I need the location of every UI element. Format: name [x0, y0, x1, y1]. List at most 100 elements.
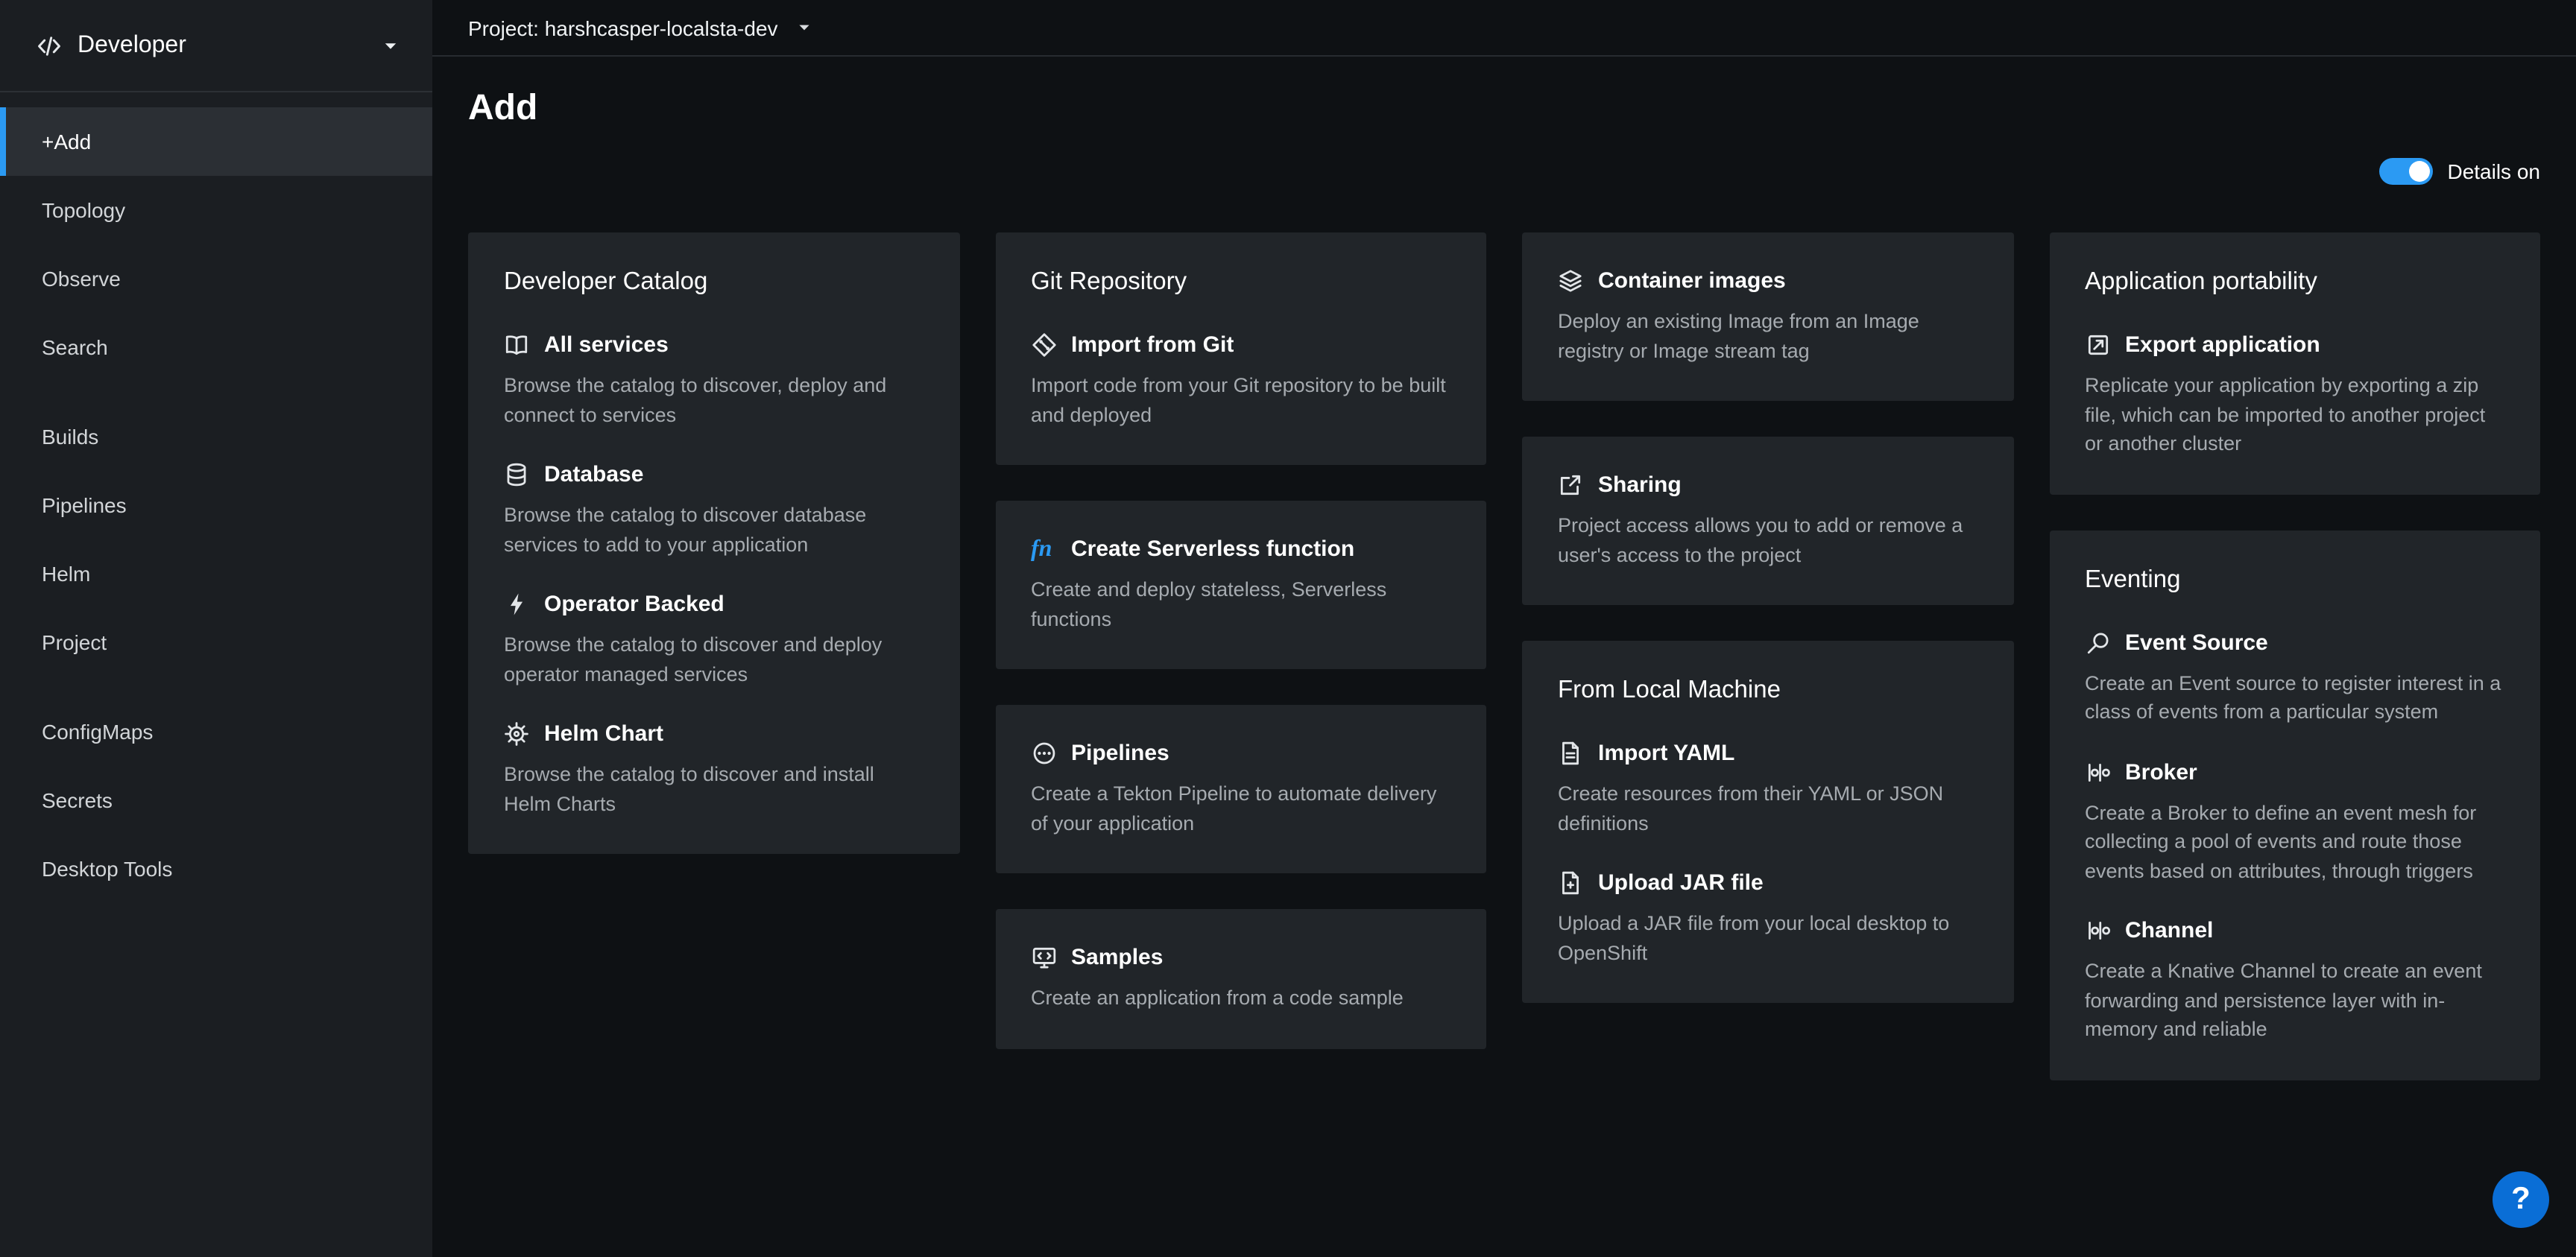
item-title-row: Operator Backed [504, 592, 924, 617]
add-item-import-from-git[interactable]: Import from GitImport code from your Git… [1031, 332, 1450, 429]
item-title-row: Upload JAR file [1558, 870, 1977, 896]
export-icon [2085, 332, 2110, 358]
add-item-broker[interactable]: BrokerCreate a Broker to define an event… [2085, 759, 2504, 885]
item-title-row: Container images [1558, 268, 1977, 294]
card-from-local-machine: From Local Machine Import YAMLCreate reso… [1522, 641, 2013, 1003]
card-title: Developer Catalog [504, 268, 924, 297]
sidebar: Developer +Add Topology Observe Search Build… [0, 0, 432, 1257]
item-title: Create Serverless function [1071, 536, 1354, 562]
item-title-row: Channel [2085, 918, 2504, 943]
details-toggle-wrap: Details on [2378, 158, 2540, 185]
item-title: Export application [2125, 332, 2320, 358]
helm-icon [504, 721, 529, 747]
item-title: Event Source [2125, 630, 2268, 655]
add-item-helm-chart[interactable]: Helm Chart Browse the catalog to discover… [504, 721, 924, 818]
card-title: Git Repository [1031, 268, 1450, 297]
quick-starts-icon[interactable] [468, 154, 502, 189]
sidebar-item-secrets[interactable]: Secrets [0, 766, 432, 835]
add-item-export-application[interactable]: Export applicationReplicate your applica… [2085, 332, 2504, 458]
sidebar-nav-group: BuildsPipelines Helm Project [0, 402, 432, 677]
sidebar-item-builds[interactable]: Builds [0, 402, 432, 471]
card-container-images: Container imagesDeploy an existing Image… [1522, 232, 2013, 401]
add-item-operator-backed[interactable]: Operator BackedBrowse the catalog to dis… [504, 592, 924, 688]
sidebar-item-observe[interactable]: Observe [0, 244, 432, 313]
sidebar-item-pipelines[interactable]: Pipelines [0, 471, 432, 539]
details-toggle[interactable] [2378, 158, 2432, 185]
item-title-row: Samples [1031, 945, 1450, 970]
add-item-container-images[interactable]: Container imagesDeploy an existing Image… [1558, 268, 1977, 365]
app-root: Developer +Add Topology Observe Search Build… [0, 0, 2576, 1257]
add-item-channel[interactable]: ChannelCreate a Knative Channel to creat… [2085, 918, 2504, 1044]
sidebar-item-search[interactable]: Search [0, 313, 432, 381]
item-description: Create and deploy stateless, Serverless … [1031, 575, 1450, 633]
add-item-upload-jar-file[interactable]: Upload JAR file Upload a JAR file from yo… [1558, 870, 1977, 967]
item-title: Upload JAR file [1598, 870, 1764, 896]
jar-icon [1558, 870, 1583, 896]
card-column: Git Repository Import from GitImport code… [995, 232, 1486, 1048]
page-header-row: Details on [468, 149, 2540, 194]
item-title-row: fn Create Serverless function [1031, 536, 1450, 562]
sidebar-item-label: ConfigMaps [42, 720, 153, 744]
chevron-down-icon [382, 37, 400, 54]
item-title: Broker [2125, 759, 2197, 785]
broker-icon [2085, 759, 2110, 785]
item-description: Browse the catalog to discover and insta… [504, 760, 924, 818]
item-title: Helm Chart [544, 721, 663, 747]
sidebar-item-label: Secrets [42, 788, 113, 812]
add-item-import-yaml[interactable]: Import YAMLCreate resources from their Y… [1558, 741, 1977, 838]
card-sharing: SharingProject access allows you to add … [1522, 437, 2013, 605]
channel-icon [2085, 918, 2110, 943]
card-title: From Local Machine [1558, 677, 1977, 705]
add-item-samples[interactable]: Samples Create an application from a code… [1031, 945, 1450, 1013]
sidebar-item-topology[interactable]: Topology [0, 176, 432, 244]
item-description: Browse the catalog to discover database … [504, 501, 924, 559]
add-item-create-serverless-function[interactable]: fn Create Serverless function Create and d… [1031, 536, 1450, 633]
container-icon [1558, 268, 1583, 294]
perspective-label: Developer [78, 32, 186, 59]
item-description: Upload a JAR file from your local deskto… [1558, 909, 1977, 967]
item-title-row: Event Source [2085, 630, 2504, 655]
item-title-row: Export application [2085, 332, 2504, 358]
card-column: Application portability Export applicatio… [2049, 232, 2540, 1080]
details-toggle-label: Details on [2447, 159, 2540, 183]
sidebar-item-add[interactable]: +Add [0, 107, 432, 176]
item-description: Import code from your Git repository to … [1031, 371, 1450, 429]
sidebar-item-project[interactable]: Project [0, 608, 432, 677]
samples-icon [1031, 945, 1056, 970]
card-pipelines: PipelinesCreate a Tekton Pipeline to aut… [995, 705, 1486, 873]
add-item-all-services[interactable]: All services Browse the catalog to discov… [504, 332, 924, 429]
sharing-icon [1558, 472, 1583, 498]
sidebar-item-label: Topology [42, 198, 125, 222]
item-description: Create an application from a code sample [1031, 984, 1450, 1013]
add-item-sharing[interactable]: SharingProject access allows you to add … [1558, 472, 1977, 569]
yaml-icon [1558, 741, 1583, 766]
sidebar-item-helm[interactable]: Helm [0, 539, 432, 608]
item-description: Browse the catalog to discover, deploy a… [504, 371, 924, 429]
item-title: Container images [1598, 268, 1786, 294]
project-selector[interactable]: Project: harshcasper-localsta-dev [432, 0, 2576, 57]
chevron-down-icon [796, 19, 812, 36]
help-button[interactable]: ? [2493, 1171, 2549, 1228]
item-title-row: Broker [2085, 759, 2504, 785]
card-title: Application portability [2085, 268, 2504, 297]
add-item-event-source[interactable]: Event SourceCreate an Event source to re… [2085, 630, 2504, 726]
sidebar-nav-group: ConfigMaps Secrets Desktop Tools [0, 697, 432, 903]
item-title: Pipelines [1071, 741, 1169, 766]
sidebar-item-desktop-tools[interactable]: Desktop Tools [0, 835, 432, 903]
item-title: Sharing [1598, 472, 1682, 498]
card-samples: Samples Create an application from a code… [995, 909, 1486, 1048]
sidebar-item-configmaps[interactable]: ConfigMaps [0, 697, 432, 766]
item-title: All services [544, 332, 669, 358]
sidebar-item-label: Helm [42, 562, 90, 586]
sidebar-nav-group: +Add Topology Observe Search [0, 107, 432, 381]
item-title: Operator Backed [544, 592, 724, 617]
card-grid: Developer Catalog All services Browse the … [432, 194, 2576, 1257]
event-source-icon [2085, 630, 2110, 655]
add-item-pipelines[interactable]: PipelinesCreate a Tekton Pipeline to aut… [1031, 741, 1450, 838]
serverless-fn-icon: fn [1031, 536, 1056, 562]
perspective-switcher[interactable]: Developer [0, 0, 432, 92]
database-icon [504, 462, 529, 487]
sidebar-item-label: Observe [42, 267, 121, 291]
add-item-database[interactable]: DatabaseBrowse the catalog to discover d… [504, 462, 924, 559]
card-column: Developer Catalog All services Browse the … [468, 232, 959, 854]
